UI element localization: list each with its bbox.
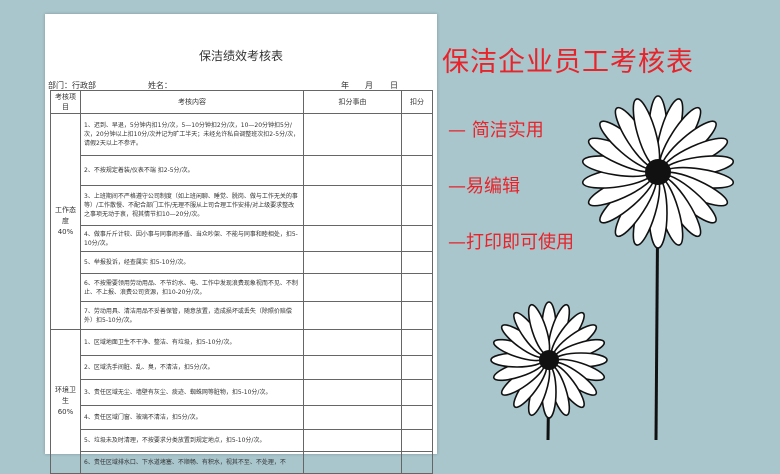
content-cell: 6、责任区域排水口、下水道堵塞、不顺畅、有积水，视其不至、不处理，不 <box>80 451 304 474</box>
table-row: 6、责任区域排水口、下水道堵塞、不顺畅、有积水，视其不至、不处理，不 <box>51 451 433 474</box>
flower-small-center <box>539 350 559 370</box>
flower-large-center <box>645 159 671 185</box>
flower-decoration <box>490 95 735 440</box>
reason-cell <box>303 451 402 474</box>
score-cell <box>401 451 433 474</box>
